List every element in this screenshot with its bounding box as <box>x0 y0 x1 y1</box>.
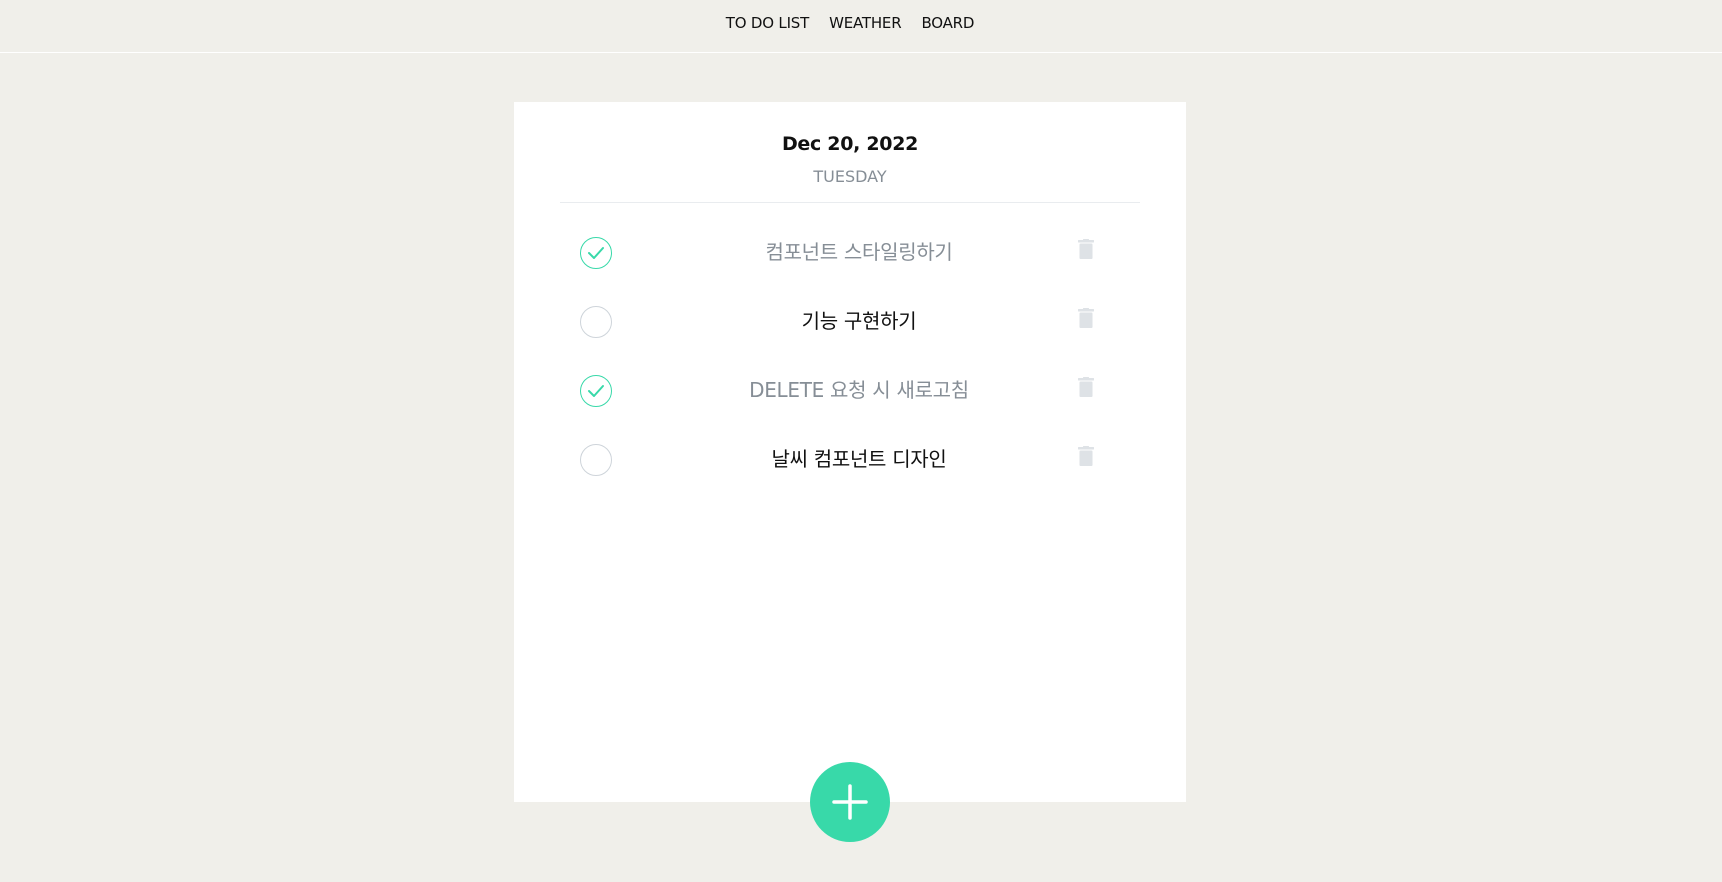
todo-item: 기능 구현하기 <box>514 287 1186 356</box>
todo-text: DELETE 요청 시 새로고침 <box>749 378 969 402</box>
nav-link-todo-list[interactable]: TO DO LIST <box>726 14 810 32</box>
nav-links: TO DO LIST WEATHER BOARD <box>0 14 1700 32</box>
todo-item: 날씨 컴포넌트 디자인 <box>514 425 1186 494</box>
nav-link-weather[interactable]: WEATHER <box>829 14 902 32</box>
todo-checkbox[interactable] <box>580 237 612 269</box>
todo-text: 기능 구현하기 <box>801 309 917 333</box>
plus-icon <box>832 784 868 820</box>
todo-text: 날씨 컴포넌트 디자인 <box>771 447 947 471</box>
check-icon <box>588 247 604 259</box>
check-icon <box>588 385 604 397</box>
day-label: TUESDAY <box>813 167 887 186</box>
top-navigation: TO DO LIST WEATHER BOARD <box>0 0 1722 53</box>
trash-icon[interactable] <box>1078 377 1094 397</box>
trash-icon[interactable] <box>1078 239 1094 259</box>
todo-checkbox[interactable] <box>580 444 612 476</box>
todo-card: Dec 20, 2022 TUESDAY 컴포넌트 스타일링하기 기능 구현하기… <box>514 102 1186 802</box>
todo-checkbox[interactable] <box>580 375 612 407</box>
date-header: Dec 20, 2022 TUESDAY <box>560 102 1140 203</box>
todo-checkbox[interactable] <box>580 306 612 338</box>
add-todo-button[interactable] <box>810 762 890 842</box>
todo-list: 컴포넌트 스타일링하기 기능 구현하기 DELETE 요청 시 새로고침 날씨 … <box>514 218 1186 494</box>
nav-link-board[interactable]: BOARD <box>921 14 974 32</box>
todo-item: DELETE 요청 시 새로고침 <box>514 356 1186 425</box>
trash-icon[interactable] <box>1078 308 1094 328</box>
todo-text: 컴포넌트 스타일링하기 <box>765 240 953 264</box>
trash-icon[interactable] <box>1078 446 1094 466</box>
date-label: Dec 20, 2022 <box>781 133 919 155</box>
todo-item: 컴포넌트 스타일링하기 <box>514 218 1186 287</box>
